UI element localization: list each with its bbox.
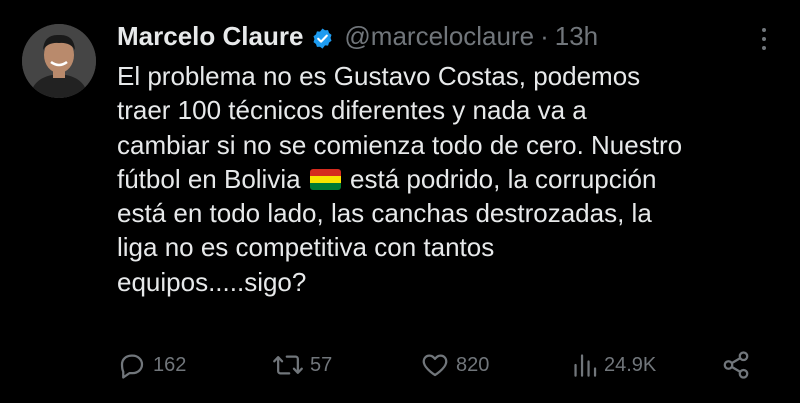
author-avatar[interactable] <box>22 24 96 98</box>
repost-icon <box>273 355 303 375</box>
header-separator: · <box>540 21 549 51</box>
reply-button[interactable]: 162 <box>117 350 186 380</box>
reply-count: 162 <box>153 353 187 376</box>
heart-icon <box>422 354 448 377</box>
tweet-text-line: cambiar si no se comienza todo de cero. … <box>117 129 683 160</box>
tweet-text-segment: fútbol en Bolivia <box>117 163 301 194</box>
more-options-icon[interactable] <box>754 24 774 54</box>
tweet-card[interactable]: Marcelo Claure @marceloclaure · 13h El p… <box>0 0 800 403</box>
reply-icon <box>120 354 144 379</box>
views-count: 24.9K <box>604 353 657 376</box>
share-button[interactable] <box>721 350 751 380</box>
tweet-text-line: equipos.....sigo? <box>117 266 307 297</box>
repost-button[interactable]: 57 <box>272 350 332 380</box>
tweet-text-line: El problema no es Gustavo Costas, podemo… <box>117 61 641 91</box>
author-display-name[interactable]: Marcelo Claure <box>117 20 303 52</box>
tweet-text-line: fútbol en Bolivia está podrido, la corru… <box>117 162 787 196</box>
author-handle[interactable]: @marceloclaure <box>344 20 534 52</box>
views-button[interactable]: 24.9K <box>572 350 656 380</box>
tweet-timestamp[interactable]: 13h <box>555 20 598 52</box>
share-icon <box>723 351 749 379</box>
verified-badge-icon <box>311 25 334 49</box>
tweet-text-segment: está podrido, la corrupción <box>350 163 657 194</box>
views-icon <box>574 354 597 377</box>
tweet-text-line: traer 100 técnicos diferentes y nada va … <box>117 95 587 126</box>
tweet-text-line: está en todo lado, las canchas destrozad… <box>117 198 652 229</box>
bolivia-flag-icon <box>309 168 341 190</box>
tweet-header: Marcelo Claure @marceloclaure · 13h <box>117 20 598 52</box>
repost-count: 57 <box>310 353 333 376</box>
tweet-actions: 162 57 820 24.9K <box>117 350 757 384</box>
tweet-text-line: liga no es competitiva con tantos <box>117 232 495 263</box>
avatar-image <box>22 24 96 98</box>
like-count: 820 <box>456 353 490 376</box>
like-button[interactable]: 820 <box>420 350 489 380</box>
tweet-text: El problema no es Gustavo Costas, podemo… <box>117 59 787 299</box>
